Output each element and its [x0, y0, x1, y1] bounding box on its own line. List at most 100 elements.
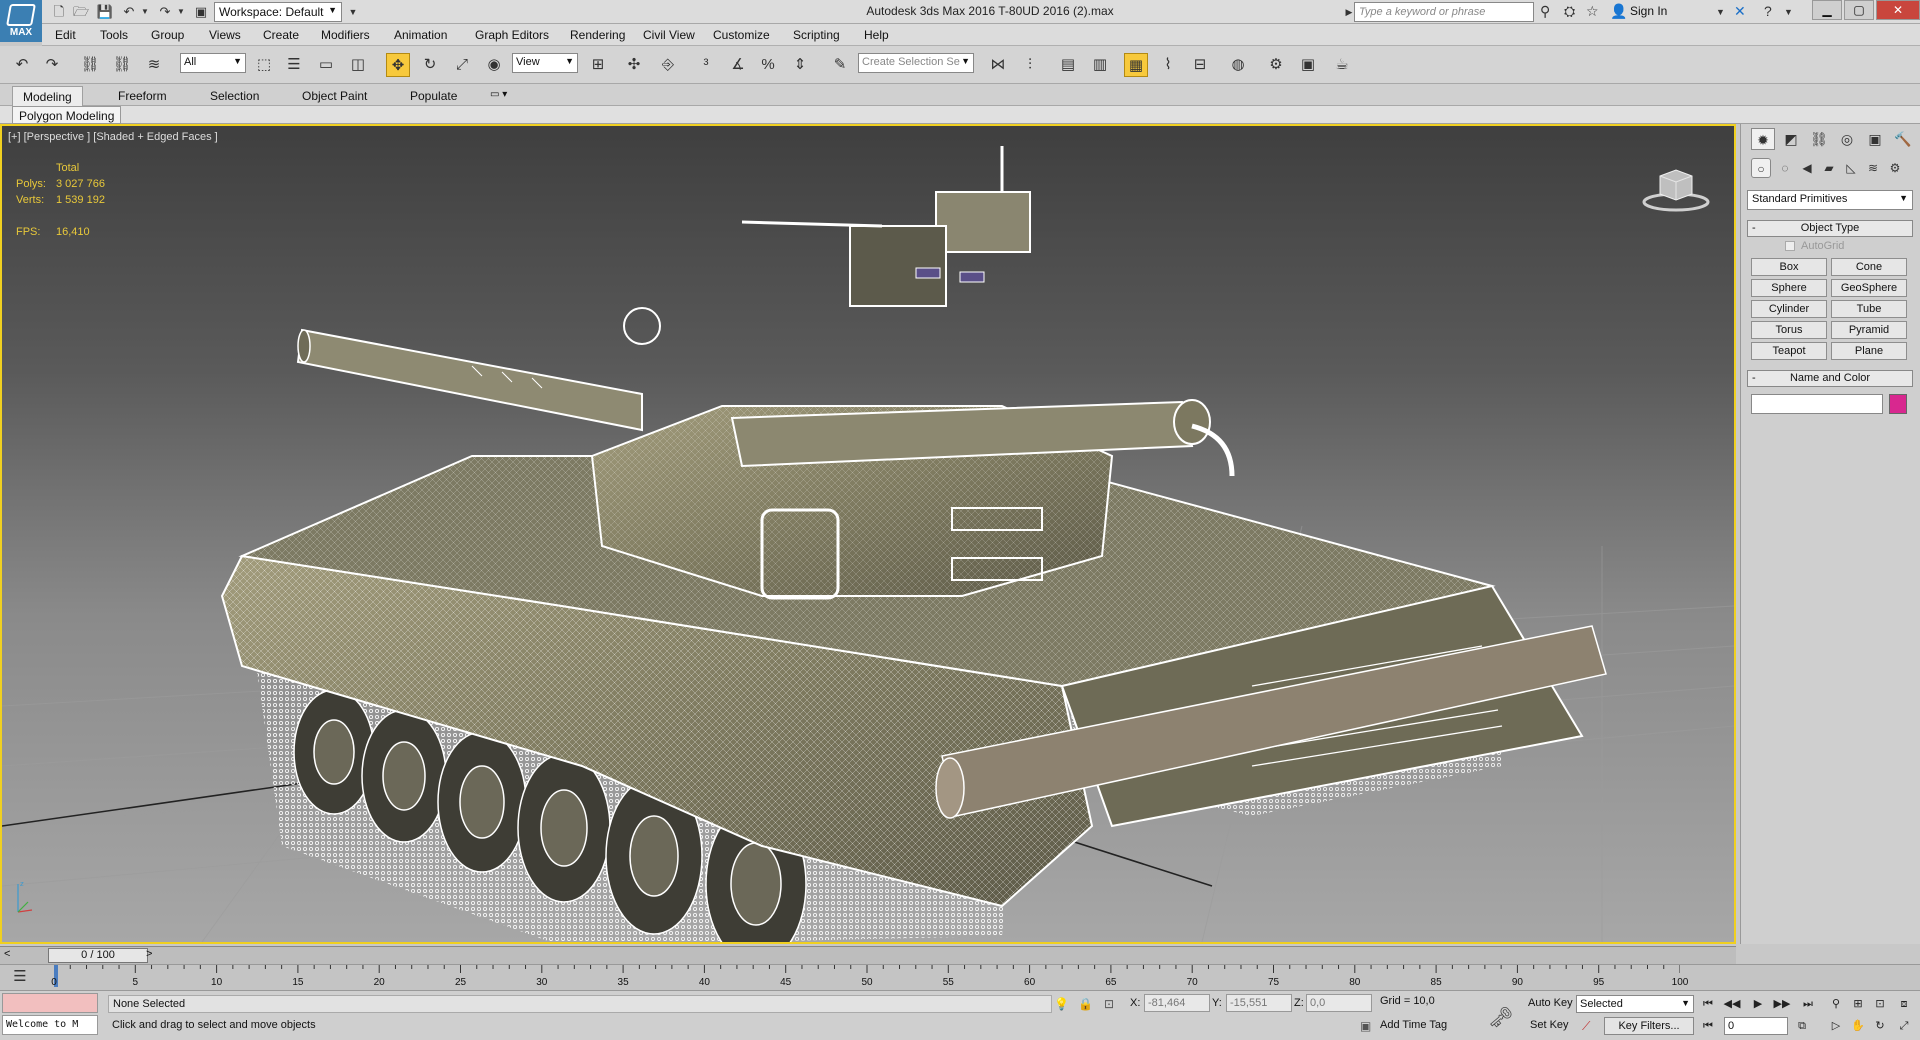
select-manipulate-icon[interactable]: ✣ [622, 53, 646, 77]
sign-in-dropdown-icon[interactable]: ▼ [1716, 7, 1725, 17]
name-and-color-rollout-header[interactable]: - Name and Color [1747, 370, 1913, 387]
time-tag-icon[interactable]: ▣ [1360, 1019, 1371, 1033]
menu-create[interactable]: Create [263, 28, 299, 42]
maximize-button[interactable]: ▢ [1844, 0, 1874, 20]
tab-object-paint[interactable]: Object Paint [292, 86, 377, 106]
search-input[interactable]: Type a keyword or phrase [1354, 2, 1534, 22]
help-dropdown-icon[interactable]: ▼ [1784, 7, 1793, 17]
default-tangents-icon[interactable]: ⟋ [1582, 1019, 1590, 1034]
isolate-selection-icon[interactable]: 💡 [1054, 997, 1069, 1011]
maximize-viewport-icon[interactable]: ⤢ [1894, 1017, 1914, 1035]
sign-in-link[interactable]: Sign In [1630, 4, 1667, 18]
menu-scripting[interactable]: Scripting [793, 28, 840, 42]
utilities-tab-icon[interactable]: 🔨 [1891, 128, 1915, 150]
orbit-icon[interactable]: ↻ [1870, 1017, 1890, 1035]
bind-to-space-warp-icon[interactable]: ≋ [142, 53, 166, 77]
undo-dropdown-icon[interactable]: ▼ [136, 3, 154, 21]
select-object-icon[interactable]: ⬚ [252, 53, 276, 77]
align-icon[interactable]: ⫶ [1018, 53, 1042, 77]
zoom-extents-icon[interactable]: ⊡ [1870, 995, 1890, 1013]
key-filters-button[interactable]: Key Filters... [1604, 1017, 1694, 1035]
viewport-label-menu[interactable]: [+] [Perspective ] [Shaded + Edged Faces… [8, 131, 218, 143]
layer-explorer-icon[interactable]: ▥ [1088, 53, 1112, 77]
time-slider[interactable]: < 0 / 100 > [0, 946, 1736, 964]
menu-group[interactable]: Group [151, 28, 184, 42]
previous-frame-arrow-icon[interactable]: < [4, 948, 10, 960]
maxscript-mini-listener[interactable]: Welcome to M [2, 1015, 98, 1035]
select-and-place-icon[interactable]: ◉ [482, 53, 506, 77]
viewcube-icon[interactable] [1642, 164, 1710, 212]
set-key-icon[interactable]: 🗝 [1488, 1005, 1513, 1030]
display-tab-icon[interactable]: ▣ [1863, 128, 1887, 150]
menu-views[interactable]: Views [209, 28, 241, 42]
rectangular-selection-icon[interactable]: ▭ [314, 53, 338, 77]
save-icon[interactable]: 💾 [96, 3, 114, 21]
x-coordinate-field[interactable]: -81,464 [1144, 994, 1210, 1012]
unlink-selection-icon[interactable]: ⛓ [110, 53, 134, 77]
workspace-dropdown[interactable]: Workspace: Default ▼ [214, 2, 342, 22]
binoculars-icon[interactable]: ⚲ [1540, 3, 1550, 20]
object-type-rollout-header[interactable]: - Object Type [1747, 220, 1913, 237]
menu-animation[interactable]: Animation [394, 28, 447, 42]
menu-graph-editors[interactable]: Graph Editors [475, 28, 549, 42]
open-file-icon[interactable]: 🗁 [72, 3, 90, 21]
key-mode-toggle-icon[interactable]: ⏮ [1698, 1017, 1718, 1035]
space-warps-category-icon[interactable]: ≋ [1863, 158, 1883, 178]
cameras-category-icon[interactable]: ▰ [1819, 158, 1839, 178]
close-button[interactable]: ✕ [1876, 0, 1920, 20]
plane-button[interactable]: Plane [1831, 342, 1907, 360]
select-and-scale-icon[interactable]: ⤢ [450, 53, 474, 77]
new-file-icon[interactable]: 🗋 [50, 3, 68, 21]
track-bar[interactable]: ☰ 0 5 10 15 20 25 30 35 40 45 50 55 60 65 70 75 80 85 90 95… [0, 964, 1920, 990]
exchange-x-icon[interactable]: ✕ [1734, 3, 1746, 20]
previous-frame-icon[interactable]: ◀◀ [1722, 995, 1742, 1013]
helpers-category-icon[interactable]: ◺ [1841, 158, 1861, 178]
create-tab-icon[interactable]: ✹ [1751, 128, 1775, 150]
angle-snap-icon[interactable]: ∡ [726, 53, 750, 77]
play-icon[interactable]: ▶ [1748, 995, 1768, 1013]
select-and-link-icon[interactable]: ⛓ [78, 53, 102, 77]
field-of-view-icon[interactable]: ▷ [1826, 1017, 1846, 1035]
next-frame-icon[interactable]: ▶▶ [1772, 995, 1792, 1013]
hierarchy-tab-icon[interactable]: ⛓ [1807, 128, 1831, 150]
set-key-button[interactable]: Set Key [1526, 1017, 1573, 1035]
star-icon[interactable]: ☆ [1586, 3, 1599, 20]
help-icon[interactable]: ? [1764, 3, 1772, 19]
rendered-frame-window-icon[interactable]: ▣ [1296, 53, 1320, 77]
menu-help[interactable]: Help [864, 28, 889, 42]
box-button[interactable]: Box [1751, 258, 1827, 276]
mini-curve-editor-icon[interactable]: ☰ [8, 965, 32, 989]
schematic-view-icon[interactable]: ⊟ [1188, 53, 1212, 77]
tube-button[interactable]: Tube [1831, 300, 1907, 318]
systems-category-icon[interactable]: ⚙ [1885, 158, 1905, 178]
tab-selection[interactable]: Selection [200, 86, 269, 106]
current-frame-field[interactable]: 0 [1724, 1017, 1788, 1035]
menu-tools[interactable]: Tools [100, 28, 128, 42]
zoom-icon[interactable]: ⚲ [1826, 995, 1846, 1013]
object-name-field[interactable] [1751, 394, 1883, 414]
curve-editor-icon[interactable]: ⌇ [1156, 53, 1180, 77]
lights-category-icon[interactable]: ◀ [1797, 158, 1817, 178]
tab-freeform[interactable]: Freeform [108, 86, 177, 106]
primitive-category-dropdown[interactable]: Standard Primitives ▼ [1747, 190, 1913, 210]
mirror-icon[interactable]: ⋈ [986, 53, 1010, 77]
reference-coordinate-dropdown[interactable]: View ▼ [512, 53, 578, 73]
polygon-modeling-panel-button[interactable]: Polygon Modeling [12, 106, 122, 124]
quick-access-customize-icon[interactable]: ▼ [344, 3, 362, 21]
absolute-mode-transform-icon[interactable]: ⊡ [1104, 997, 1114, 1011]
cylinder-button[interactable]: Cylinder [1751, 300, 1827, 318]
object-color-swatch[interactable] [1889, 394, 1907, 414]
select-and-rotate-icon[interactable]: ↻ [418, 53, 442, 77]
ribbon-toggle-icon[interactable]: ▦ [1124, 53, 1148, 77]
redo-icon[interactable]: ↷ [40, 53, 64, 77]
zoom-extents-all-icon[interactable]: ⧈ [1894, 995, 1914, 1013]
z-coordinate-field[interactable]: 0,0 [1306, 994, 1372, 1012]
sphere-button[interactable]: Sphere [1751, 279, 1827, 297]
maxscript-listener-field[interactable] [2, 993, 98, 1013]
ribbon-options-icon[interactable]: ▭ ▾ [480, 86, 517, 106]
keyboard-shortcut-override-icon[interactable]: ⎆ [656, 53, 680, 77]
modify-tab-icon[interactable]: ◩ [1779, 128, 1803, 150]
spinner-snap-icon[interactable]: ⇕ [788, 53, 812, 77]
auto-key-button[interactable]: Auto Key [1524, 995, 1577, 1013]
menu-edit[interactable]: Edit [55, 28, 76, 42]
